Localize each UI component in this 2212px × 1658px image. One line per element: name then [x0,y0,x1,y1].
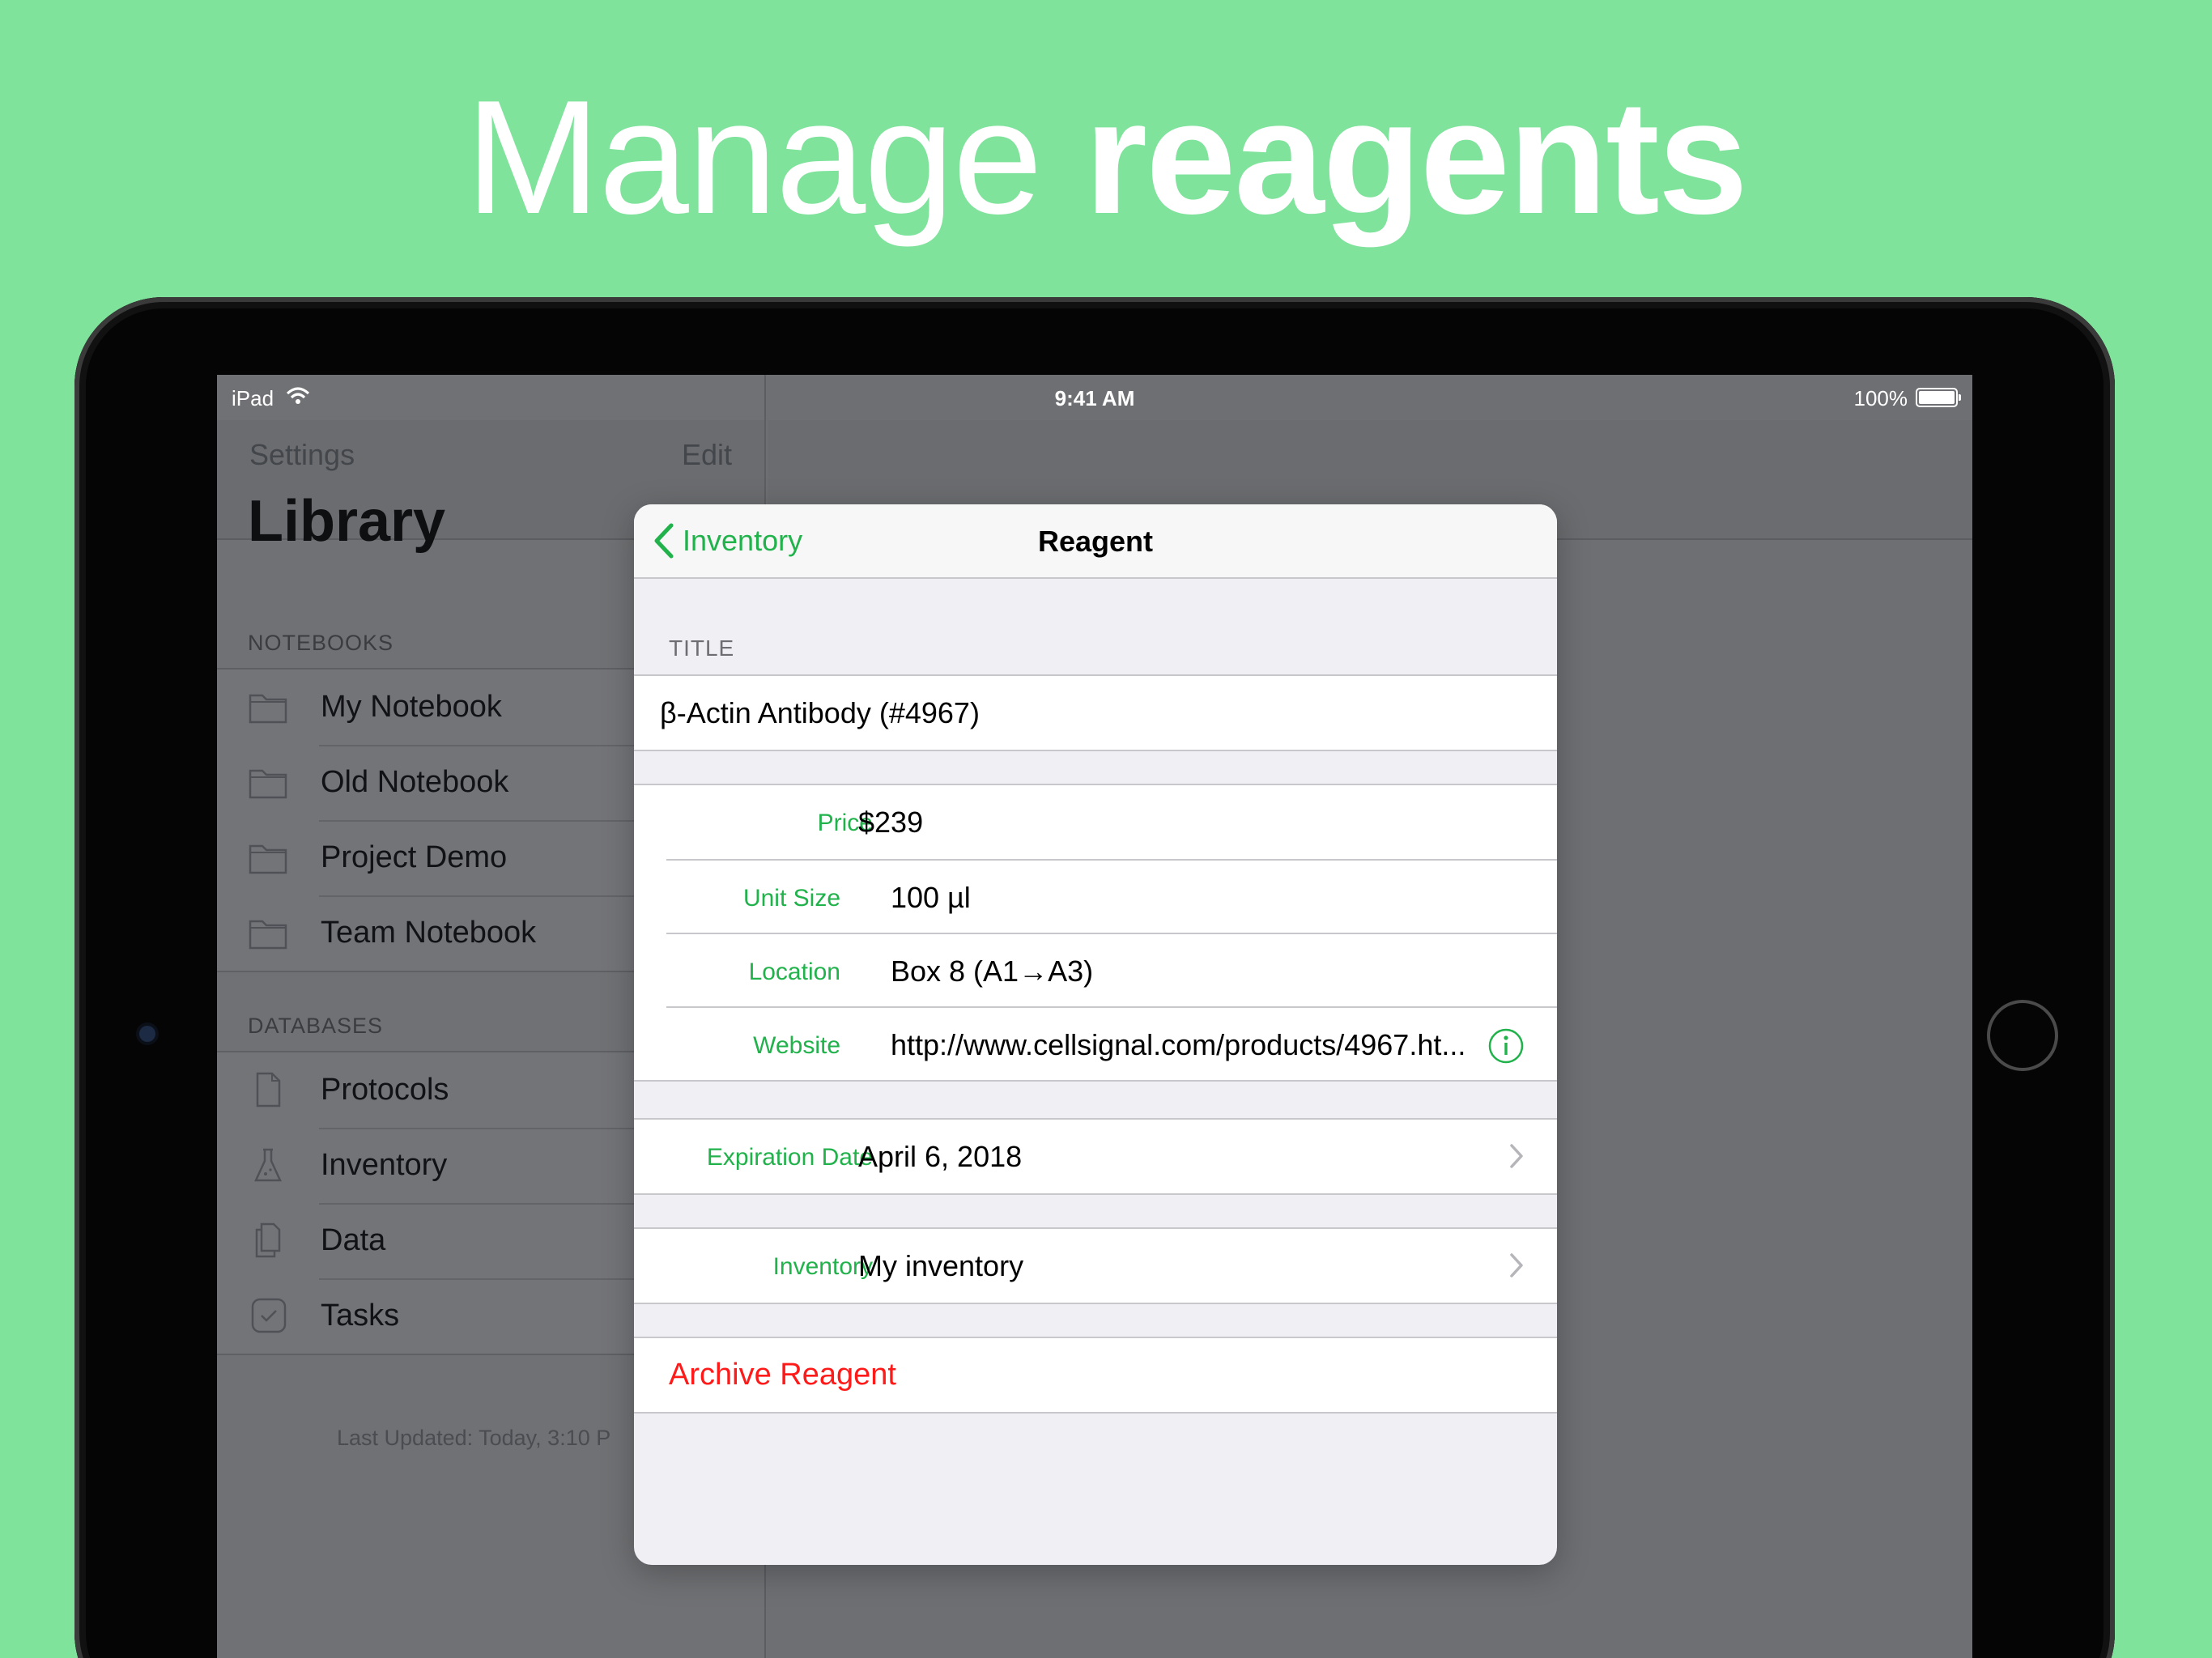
popover-navbar: Inventory Reagent [634,504,1557,579]
expiration-date-cell[interactable]: Expiration Date April 6, 2018 [634,1120,1557,1193]
battery-icon [1916,388,1961,407]
page-title: Library [248,489,446,554]
inventory-cell[interactable]: Inventory My inventory [634,1229,1557,1303]
sidebar-item-label: My Notebook [321,690,502,724]
settings-button[interactable]: Settings [249,438,355,472]
edit-button[interactable]: Edit [682,438,732,472]
sidebar-item-label: Team Notebook [321,916,537,950]
folder-icon [249,694,287,724]
folder-icon [249,769,287,799]
sidebar-item-label: Project Demo [321,840,508,874]
headline-bold: reagents [1084,67,1748,248]
location-cell[interactable]: Location Box 8 (A1→A3) [666,933,1557,1006]
unit-size-label: Unit Size [742,885,840,912]
battery-percent: 100% [1853,386,1908,410]
popover-title: Reagent [1037,525,1154,558]
price-cell[interactable]: Price $239 [634,785,1557,859]
archive-group: Archive Reagent [634,1337,1557,1414]
inventory-label: Inventory [772,1253,873,1280]
expiration-date-label: Expiration Date [706,1144,873,1171]
section-header-databases: DATABASES [248,1014,384,1038]
details-group: Price $239 Unit Size 100 µl Location Box… [634,784,1557,1082]
title-group: β-Actin Antibody (#4967) [634,674,1557,751]
website-cell[interactable]: Website http://www.cellsignal.com/produc… [666,1006,1557,1080]
headline-light: Manage [465,67,1043,248]
home-button[interactable] [1987,1000,2058,1071]
sidebar-item-label: Protocols [321,1073,449,1107]
unit-size-field[interactable]: 100 µl [891,881,971,915]
inventory-group: Inventory My inventory [634,1227,1557,1304]
location-label: Location [748,959,840,985]
sidebar-item-label: Data [321,1223,386,1257]
title-cell[interactable]: β-Actin Antibody (#4967) [634,676,1557,750]
info-icon[interactable] [1487,1027,1525,1065]
status-time: 9:41 AM [1054,386,1135,410]
unit-size-cell[interactable]: Unit Size 100 µl [666,859,1557,933]
reagent-popover: Inventory Reagent TITLE β-Actin Antibody… [634,504,1557,1565]
section-header-notebooks: NOTEBOOKS [248,631,394,655]
reagent-title-field[interactable]: β-Actin Antibody (#4967) [660,696,980,730]
website-label: Website [753,1032,840,1059]
sidebar-item-label: Inventory [321,1148,448,1182]
sidebar-item-label: Tasks [321,1299,400,1333]
sidebar-item-label: Old Notebook [321,765,509,799]
status-bar: iPad 9:41 AM 100% [217,375,1972,420]
folder-icon [249,920,287,950]
archive-reagent-label: Archive Reagent [669,1358,896,1392]
archive-reagent-button[interactable]: Archive Reagent [634,1338,1557,1412]
chevron-right-icon [1510,1253,1523,1278]
location-field[interactable]: Box 8 (A1→A3) [891,954,1093,988]
chevron-right-icon [1510,1144,1523,1168]
price-label: Price [817,810,873,836]
title-section-label: TITLE [669,636,735,661]
price-field[interactable]: $239 [858,806,923,840]
website-field[interactable]: http://www.cellsignal.com/products/4967.… [891,1028,1465,1062]
files-icon [255,1222,281,1258]
last-updated: Last Updated: Today, 3:10 P [337,1426,611,1450]
headline: Manage reagents [0,77,2212,239]
camera-icon [139,1026,155,1042]
folder-icon [249,844,287,874]
expiration-group: Expiration Date April 6, 2018 [634,1118,1557,1195]
checkbox-icon [251,1298,287,1333]
inventory-value: My inventory [858,1249,1024,1282]
flask-icon [254,1148,282,1182]
document-icon [256,1072,281,1107]
expiration-date-value: April 6, 2018 [858,1140,1023,1173]
